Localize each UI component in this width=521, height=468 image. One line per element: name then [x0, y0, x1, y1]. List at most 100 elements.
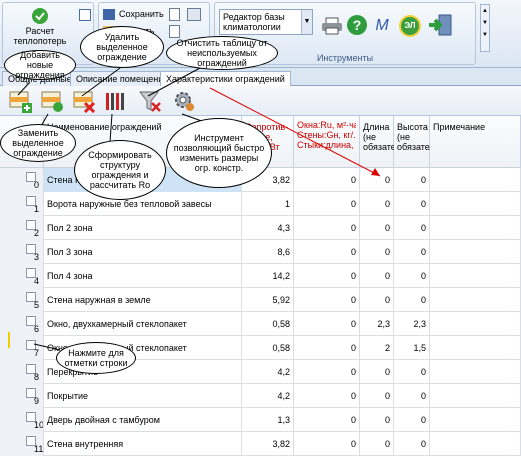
note-cell[interactable]: [430, 288, 521, 312]
replace-row-icon[interactable]: [40, 89, 64, 113]
note-cell[interactable]: [430, 264, 521, 288]
row-indicator[interactable]: 10: [0, 408, 44, 432]
note-cell[interactable]: [430, 216, 521, 240]
length-cell[interactable]: 2,3: [360, 312, 394, 336]
enclosure-name-cell[interactable]: Пол 3 зона: [44, 240, 242, 264]
print-preview-icon[interactable]: [187, 8, 201, 21]
window-param-cell[interactable]: 0: [294, 360, 360, 384]
chevron-down-icon[interactable]: ▼: [301, 10, 312, 34]
delete-row-icon[interactable]: [72, 89, 96, 114]
window-param-cell[interactable]: 0: [294, 336, 360, 360]
resistance-cell[interactable]: 8,6: [242, 240, 294, 264]
enclosure-name-cell[interactable]: Дверь двойная с тамбуром: [44, 408, 242, 432]
height-cell[interactable]: 0: [394, 168, 430, 192]
exit-icon[interactable]: [427, 13, 453, 37]
note-cell[interactable]: [430, 360, 521, 384]
note-cell[interactable]: [430, 240, 521, 264]
window-param-cell[interactable]: 0: [294, 264, 360, 288]
height-cell[interactable]: 0: [394, 408, 430, 432]
table-row[interactable]: 10 Дверь двойная с тамбуром 1,3 0 0 0: [0, 408, 521, 432]
note-cell[interactable]: [430, 384, 521, 408]
row-indicator[interactable]: 5: [0, 288, 44, 312]
table-row[interactable]: 6 Окно, двухкамерный стеклопакет 0,58 0 2,3 2…: [0, 312, 521, 336]
table-row[interactable]: 3 Пол 3 зона 8,6 0 0 0: [0, 240, 521, 264]
height-cell[interactable]: 0: [394, 264, 430, 288]
header-length[interactable]: Длина (не обязательно): [360, 116, 418, 168]
window-param-cell[interactable]: 0: [294, 288, 360, 312]
length-cell[interactable]: 0: [360, 408, 394, 432]
table-row[interactable]: 9 Покрытие 4,2 0 0 0: [0, 384, 521, 408]
enclosure-name-cell[interactable]: Стена наружная в земле: [44, 288, 242, 312]
row-indicator[interactable]: 8: [0, 360, 44, 384]
window-param-cell[interactable]: 0: [294, 408, 360, 432]
resistance-cell[interactable]: 5,92: [242, 288, 294, 312]
page-icon[interactable]: [169, 8, 180, 21]
header-height[interactable]: Высота (не обязательно): [394, 116, 452, 168]
note-cell[interactable]: [430, 432, 521, 456]
resistance-cell[interactable]: 4,3: [242, 216, 294, 240]
table-row[interactable]: 1 Ворота наружные без тепловой завесы 1 0 0 0: [0, 192, 521, 216]
climate-icon[interactable]: M: [371, 15, 393, 37]
row-indicator[interactable]: 6: [0, 312, 44, 336]
ribbon-scroll[interactable]: ▲ ▼ ▼: [480, 4, 490, 52]
note-cell[interactable]: [430, 192, 521, 216]
edit-icon[interactable]: [79, 9, 91, 21]
length-cell[interactable]: 0: [360, 432, 394, 456]
height-cell[interactable]: 0: [394, 360, 430, 384]
climate-editor-select[interactable]: Редактор базы климатологии ▼: [219, 9, 313, 35]
row-indicator[interactable]: 11: [0, 432, 44, 456]
table-row[interactable]: 2 Пол 2 зона 4,3 0 0 0: [0, 216, 521, 240]
height-cell[interactable]: 0: [394, 288, 430, 312]
window-param-cell[interactable]: 0: [294, 168, 360, 192]
window-param-cell[interactable]: 0: [294, 384, 360, 408]
resistance-cell[interactable]: 4,2: [242, 360, 294, 384]
height-cell[interactable]: 0: [394, 240, 430, 264]
enclosure-name-cell[interactable]: Пол 4 зона: [44, 264, 242, 288]
table-row[interactable]: 4 Пол 4 зона 14,2 0 0 0: [0, 264, 521, 288]
enclosure-name-cell[interactable]: Стена внутренняя: [44, 432, 242, 456]
height-cell[interactable]: 0: [394, 384, 430, 408]
window-param-cell[interactable]: 0: [294, 312, 360, 336]
resistance-cell[interactable]: 1,3: [242, 408, 294, 432]
header-note[interactable]: Примечание: [430, 116, 521, 168]
height-cell[interactable]: 0: [394, 192, 430, 216]
length-cell[interactable]: 0: [360, 168, 394, 192]
energy-icon[interactable]: ЭЛ: [399, 15, 421, 37]
save-button[interactable]: Сохранить: [101, 7, 164, 22]
length-cell[interactable]: 0: [360, 264, 394, 288]
length-cell[interactable]: 0: [360, 216, 394, 240]
resistance-cell[interactable]: 0,58: [242, 336, 294, 360]
height-cell[interactable]: 0: [394, 432, 430, 456]
enclosure-name-cell[interactable]: Окно, двухкамерный стеклопакет: [44, 312, 242, 336]
length-cell[interactable]: 0: [360, 192, 394, 216]
enclosure-name-cell[interactable]: Покрытие: [44, 384, 242, 408]
resistance-cell[interactable]: 14,2: [242, 264, 294, 288]
row-indicator[interactable]: 7: [0, 336, 44, 360]
row-indicator[interactable]: 1: [0, 192, 44, 216]
structure-calc-icon[interactable]: [104, 89, 128, 113]
header-window-params[interactable]: Окна:Ru, м²·ча... Стены:Gн, кг/... Стыки…: [294, 116, 360, 168]
window-param-cell[interactable]: 0: [294, 192, 360, 216]
height-cell[interactable]: 1,5: [394, 336, 430, 360]
resize-tool-icon[interactable]: [172, 89, 196, 113]
tab-rooms[interactable]: Описание помещений: [70, 71, 175, 86]
row-indicator[interactable]: 0: [0, 168, 44, 192]
tab-enclosures[interactable]: Характеристики ограждений: [160, 71, 291, 87]
calc-heatloss-button[interactable]: Расчет теплопотерь: [5, 5, 75, 46]
height-cell[interactable]: 2,3: [394, 312, 430, 336]
length-cell[interactable]: 2: [360, 336, 394, 360]
resistance-cell[interactable]: 0,58: [242, 312, 294, 336]
filter-clear-icon[interactable]: [138, 89, 162, 113]
resistance-cell[interactable]: 1: [242, 192, 294, 216]
length-cell[interactable]: 0: [360, 384, 394, 408]
resistance-cell[interactable]: 4,2: [242, 384, 294, 408]
help-icon[interactable]: ?: [347, 15, 367, 35]
row-indicator[interactable]: 3: [0, 240, 44, 264]
printer-icon[interactable]: [321, 17, 343, 35]
copy-icon[interactable]: [169, 25, 180, 38]
row-indicator[interactable]: 9: [0, 384, 44, 408]
window-param-cell[interactable]: 0: [294, 216, 360, 240]
row-indicator[interactable]: 2: [0, 216, 44, 240]
note-cell[interactable]: [430, 312, 521, 336]
length-cell[interactable]: 0: [360, 360, 394, 384]
